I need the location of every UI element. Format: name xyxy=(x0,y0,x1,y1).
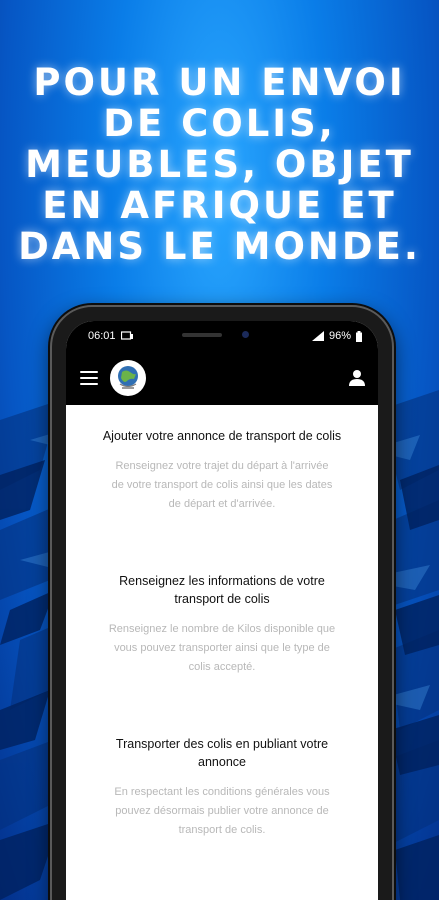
headline-line: EN AFRIQUE ET xyxy=(42,184,397,227)
globe-logo-icon xyxy=(118,366,138,389)
headline-line: MEUBLES, OBJET xyxy=(25,143,414,186)
app-logo[interactable] xyxy=(110,360,146,396)
step-card: Ajouter votre annonce de transport de co… xyxy=(88,427,356,514)
person-icon[interactable] xyxy=(348,369,366,387)
step-card: Transporter des colis en publiant votre … xyxy=(88,735,356,840)
signal-icon xyxy=(311,331,324,341)
status-bar: 06:01 96% xyxy=(66,321,378,351)
battery-icon xyxy=(356,330,362,342)
step-title: Transporter des colis en publiant votre … xyxy=(115,737,329,769)
headline-line: POUR UN ENVOI xyxy=(33,61,406,104)
step-card: Renseignez les informations de votre tra… xyxy=(88,572,356,677)
headline-line: DANS LE MONDE. xyxy=(18,225,421,268)
phone-screen: 06:01 96% Ajouter votre annonce de trans… xyxy=(66,321,378,900)
camera-dot xyxy=(242,331,249,338)
status-time: 06:01 xyxy=(88,330,116,342)
step-title: Renseignez les informations de votre tra… xyxy=(119,574,325,606)
headline-line: DE COLIS, xyxy=(103,102,336,145)
promo-headline: POUR UN ENVOI DE COLIS, MEUBLES, OBJET E… xyxy=(0,62,439,267)
speaker-grille xyxy=(182,333,222,337)
step-description: Renseignez votre trajet du départ à l'ar… xyxy=(111,460,333,510)
app-bar xyxy=(66,351,378,405)
step-title: Ajouter votre annonce de transport de co… xyxy=(102,429,342,443)
battery-level: 96% xyxy=(328,330,351,342)
step-description: En respectant les conditions générales v… xyxy=(114,786,330,836)
hamburger-menu-icon[interactable] xyxy=(80,371,98,385)
notification-icon xyxy=(120,331,133,340)
step-description: Renseignez le nombre de Kilos disponible… xyxy=(108,623,336,673)
phone-frame: 06:01 96% Ajouter votre annonce de trans… xyxy=(50,305,394,900)
steps-content: Ajouter votre annonce de transport de co… xyxy=(66,405,378,840)
